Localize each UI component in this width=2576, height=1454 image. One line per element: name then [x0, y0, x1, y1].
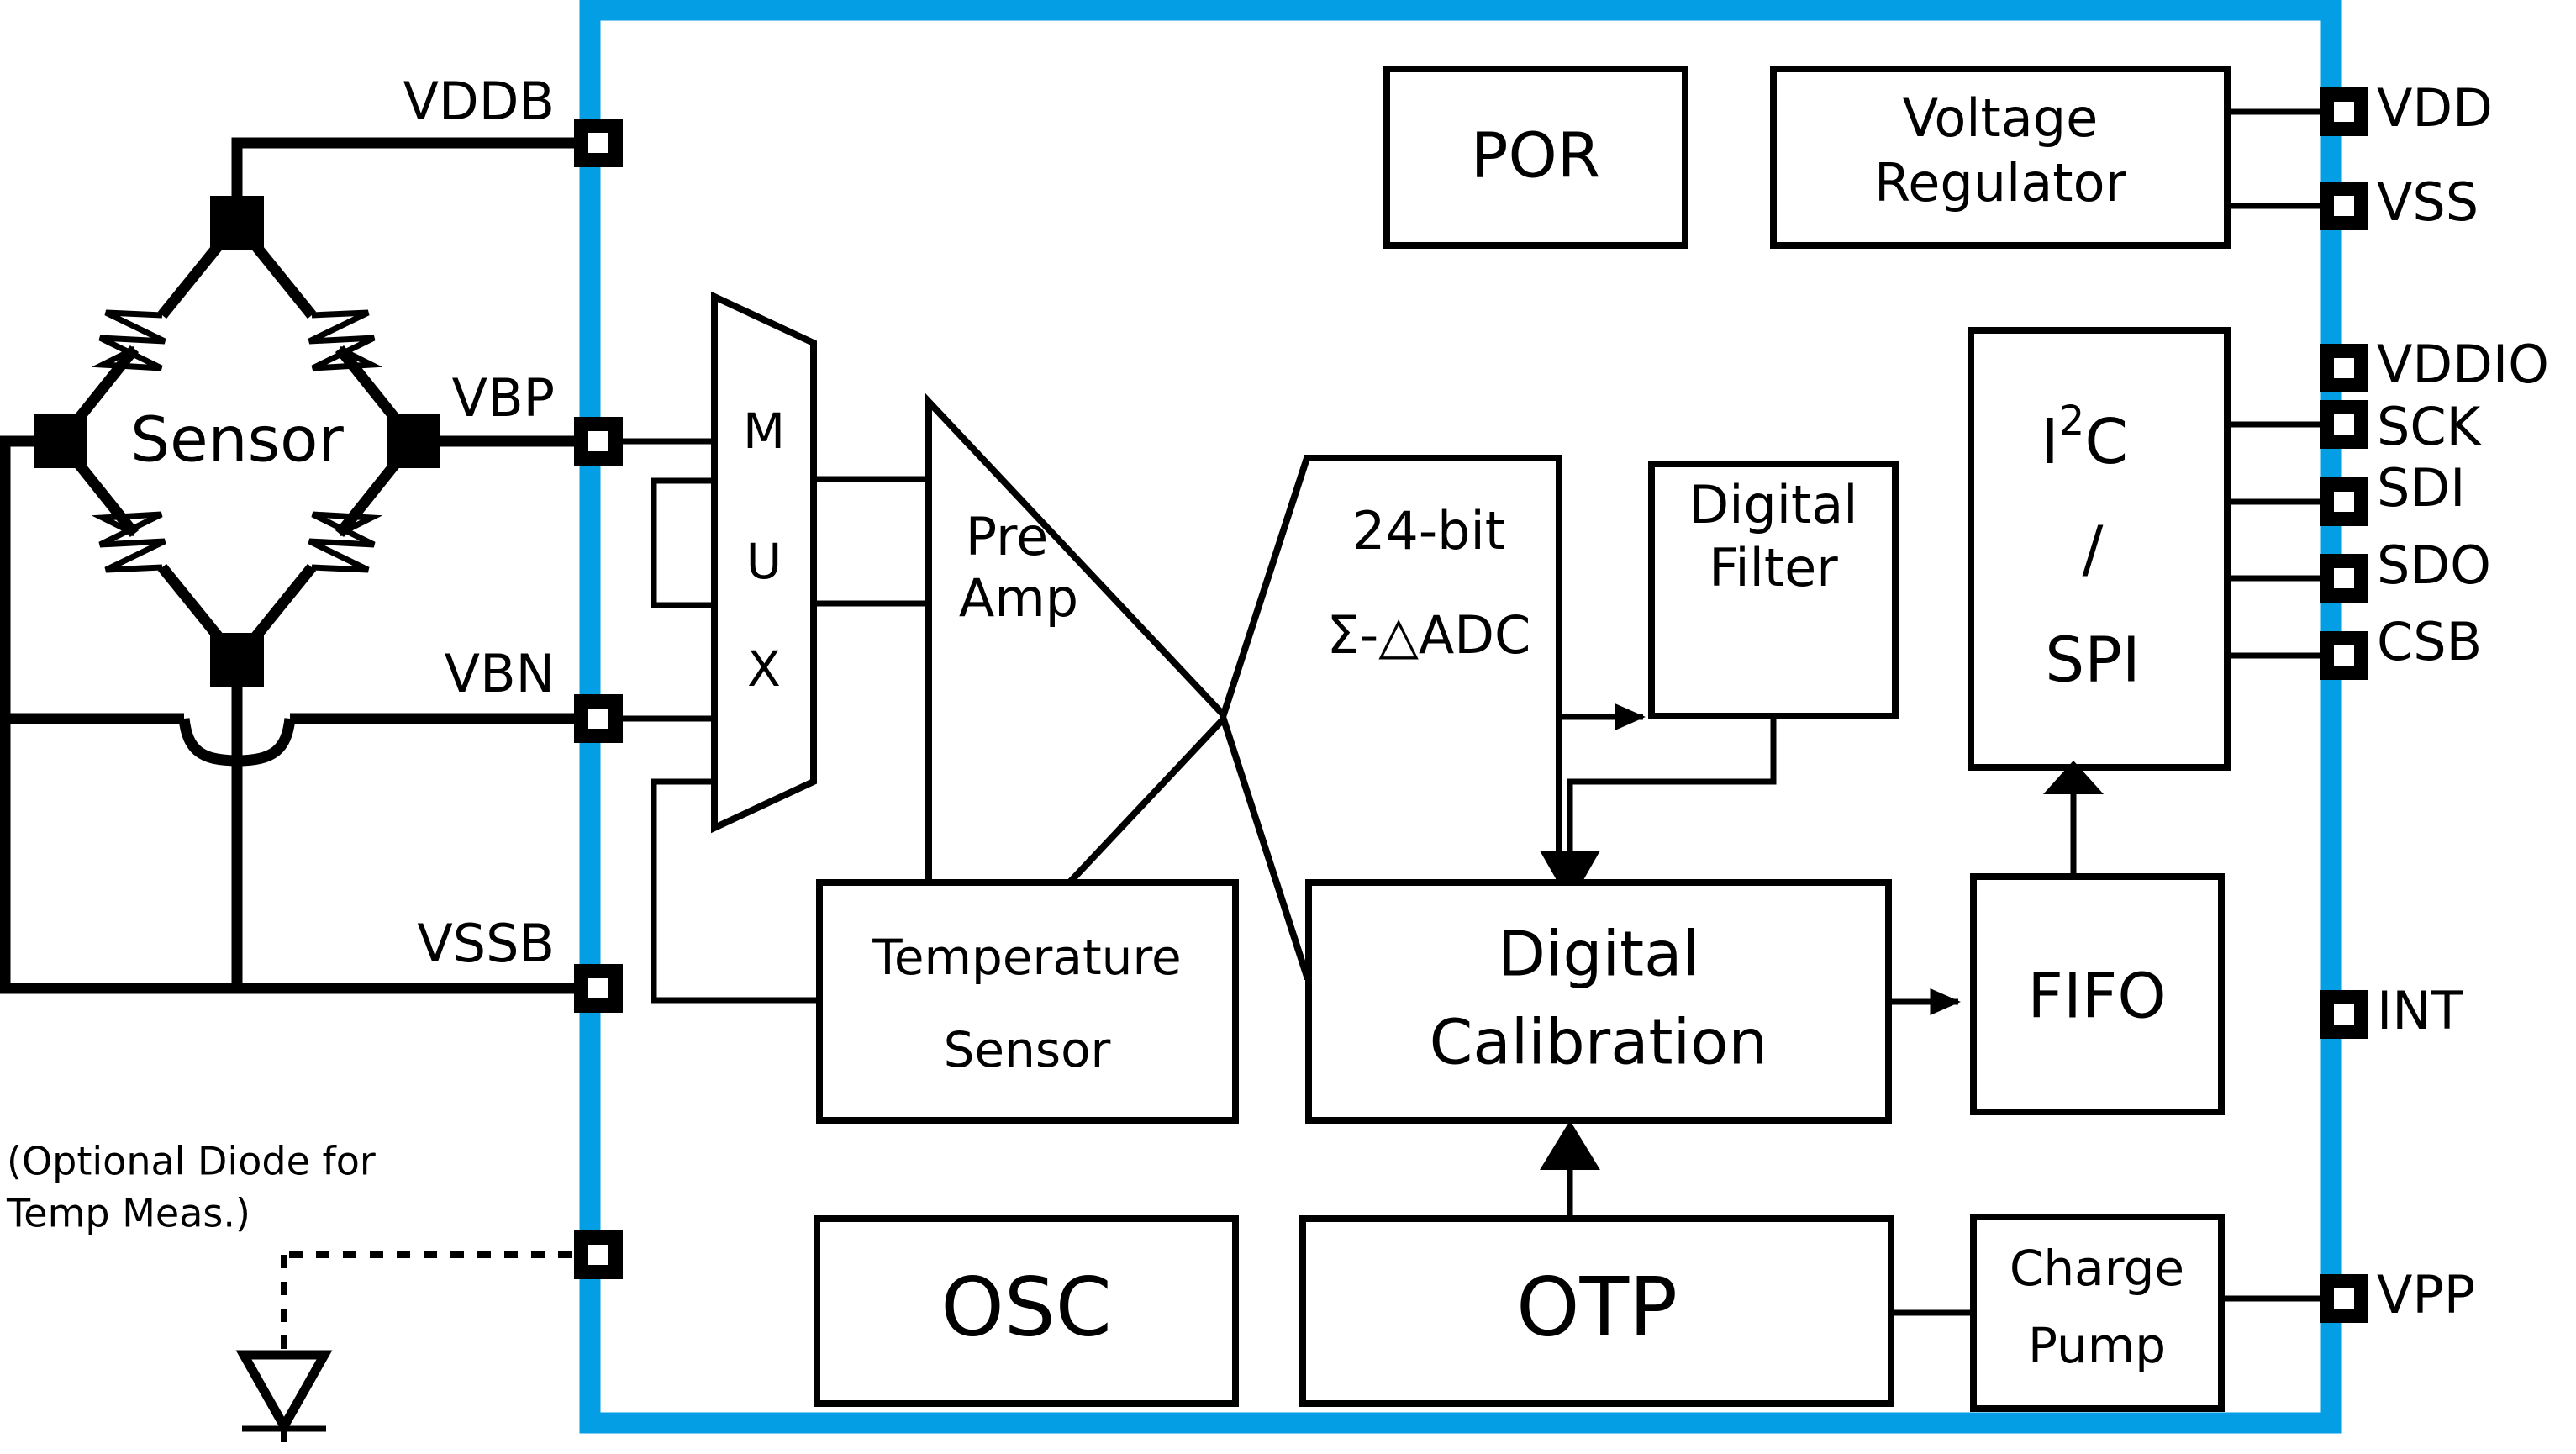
block-diagram-canvas: Sensor (Optional Diode for Temp Meas.) V…: [0, 0, 2576, 1454]
mux-letter-m: M: [743, 403, 785, 460]
optional-diode-note-line1: (Optional Diode for: [7, 1139, 376, 1184]
optional-diode-note-line2: Temp Meas.): [6, 1191, 250, 1236]
pin-vss[interactable]: VSS: [2320, 171, 2479, 233]
pin-sdi[interactable]: SDI: [2320, 457, 2465, 526]
pin-label-vddb: VDDB: [403, 71, 555, 132]
osc-block[interactable]: OSC: [814, 1215, 1239, 1407]
pin-vpp[interactable]: VPP: [2320, 1264, 2475, 1325]
otp-to-calibration-arrowhead: [1540, 1120, 1600, 1170]
pin-sdo[interactable]: SDO: [2320, 535, 2491, 603]
pin-label-vpp: VPP: [2377, 1264, 2475, 1325]
digcal-label-line1: Digital: [1498, 919, 1699, 991]
pin-csb[interactable]: CSB: [2320, 611, 2482, 680]
pin-label-sdi: SDI: [2377, 457, 2465, 519]
optional-diode-group: (Optional Diode for Temp Meas.): [6, 1139, 598, 1454]
pin-vddio[interactable]: VDDIO: [2320, 334, 2549, 395]
chargepump-label-line2: Pump: [2028, 1317, 2166, 1374]
fifo-block[interactable]: FIFO: [1970, 873, 2225, 1115]
temperature-sensor-block[interactable]: Temperature Sensor: [816, 879, 1239, 1124]
pin-label-vddio: VDDIO: [2377, 334, 2549, 395]
pin-vdd[interactable]: VDD: [2320, 77, 2493, 139]
vreg-label-line1: Voltage: [1903, 87, 2099, 149]
mux-block[interactable]: M U X: [711, 291, 817, 834]
iic-spi-label-i: I: [2041, 406, 2059, 478]
vreg-label-line2: Regulator: [1874, 152, 2127, 213]
asic-block-diagram: Sensor (Optional Diode for Temp Meas.) V…: [0, 0, 2549, 1454]
fifo-label: FIFO: [2027, 961, 2166, 1033]
sensor-bridge: Sensor: [34, 196, 440, 687]
pin-label-int: INT: [2377, 980, 2464, 1041]
pin-label-vbn: VBN: [445, 643, 555, 704]
mux-letter-u: U: [746, 533, 782, 590]
pin-label-sck: SCK: [2377, 396, 2482, 457]
preamp-label-line2: Amp: [959, 567, 1078, 629]
left-wiring: [0, 137, 598, 994]
otp-label: OTP: [1516, 1260, 1678, 1354]
pin-label-vss: VSS: [2377, 171, 2479, 233]
pin-diode[interactable]: [574, 1230, 623, 1279]
charge-pump-block[interactable]: Charge Pump: [1970, 1214, 2225, 1412]
iic-spi-label-superscript: 2: [2059, 398, 2085, 445]
tempsensor-label-line2: Sensor: [944, 1021, 1111, 1078]
pin-sck[interactable]: SCK: [2320, 396, 2482, 457]
mux-letter-x: X: [747, 640, 781, 698]
otp-block[interactable]: OTP: [1299, 1215, 1894, 1407]
iic-spi-label-line2: /: [2083, 514, 2104, 586]
pin-label-csb: CSB: [2377, 611, 2482, 672]
osc-label: OSC: [940, 1260, 1112, 1354]
pin-label-sdo: SDO: [2377, 535, 2491, 596]
pin-label-vdd: VDD: [2377, 77, 2493, 139]
digital-calibration-block[interactable]: Digital Calibration: [1305, 879, 1892, 1124]
pin-label-vbp: VBP: [452, 367, 555, 429]
por-label: POR: [1471, 120, 1600, 192]
digital-filter-label-line2: Filter: [1709, 537, 1838, 598]
pin-label-vssb: VSSB: [417, 913, 555, 974]
adc-label-line1: 24-bit: [1352, 500, 1505, 561]
filter-to-calibration-wire: [1567, 716, 1777, 857]
sensor-label: Sensor: [130, 404, 344, 477]
por-block[interactable]: POR: [1383, 66, 1688, 249]
digcal-label-line2: Calibration: [1430, 1007, 1768, 1079]
digital-filter-block[interactable]: Digital Filter: [1648, 461, 1899, 719]
digital-filter-label-line1: Digital: [1688, 474, 1857, 535]
preamp-label-line1: Pre: [966, 506, 1049, 567]
iic-spi-label-line1: I2C: [2041, 398, 2128, 478]
pin-int[interactable]: INT: [2320, 980, 2464, 1041]
voltage-regulator-block[interactable]: Voltage Regulator: [1770, 66, 2231, 249]
diode-symbol: [235, 1350, 333, 1436]
right-pins: VDD VSS VDDIO SCK SDI SDO CSB INT VPP: [2320, 77, 2549, 1325]
iic-spi-label-c: C: [2084, 406, 2128, 478]
tempsensor-label-line1: Temperature: [872, 929, 1181, 986]
chargepump-label-line1: Charge: [2010, 1240, 2184, 1297]
iic-spi-label-line3: SPI: [2045, 624, 2140, 697]
iic-spi-block[interactable]: I2C / SPI: [1968, 327, 2231, 771]
adc-label-line2: Σ-△ADC: [1327, 604, 1531, 666]
